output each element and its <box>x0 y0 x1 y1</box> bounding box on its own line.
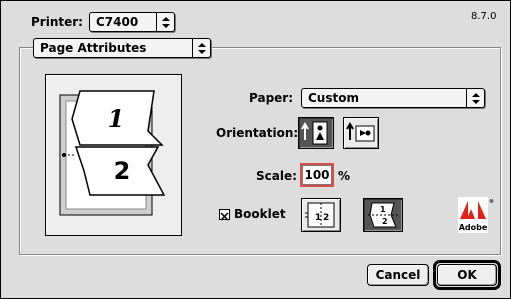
scale-label: Scale: <box>256 169 297 183</box>
orientation-portrait-button[interactable] <box>298 117 334 149</box>
orientation-landscape-button[interactable] <box>343 117 379 149</box>
panel-popup-value: Page Attributes <box>40 41 147 55</box>
paper-popup-value: Custom <box>308 91 359 105</box>
booklet-preview-image: 1 2 <box>59 90 166 216</box>
booklet-top-binding-button[interactable]: 1 2 <box>363 198 403 232</box>
printer-popup-value: C7400 <box>96 15 139 29</box>
adobe-logo-icon: ® Adobe <box>458 197 494 233</box>
ok-button-label: OK <box>457 268 477 282</box>
svg-text:1: 1 <box>380 205 386 214</box>
booklet-checkbox[interactable] <box>219 209 230 221</box>
adobe-logo-text: Adobe <box>459 223 488 232</box>
paper-popup[interactable]: Custom <box>301 88 485 108</box>
adobe-logo: ® Adobe <box>454 197 496 235</box>
popup-arrows-icon <box>156 13 174 31</box>
checkbox-check-icon <box>220 212 229 221</box>
portrait-orientation-icon <box>301 121 328 145</box>
landscape-orientation-icon <box>346 122 375 142</box>
svg-text:1: 1 <box>315 213 321 223</box>
cancel-button-label: Cancel <box>375 268 421 282</box>
scale-value: 100 <box>304 168 330 182</box>
preview-page-1: 1 <box>108 104 125 133</box>
page-setup-dialog: Printer: C7400 8.7.0 Page Attributes 1 2… <box>0 0 511 299</box>
preview-page-2: 2 <box>114 157 131 185</box>
version-label: 8.7.0 <box>471 11 497 22</box>
ok-button[interactable]: OK <box>437 264 497 286</box>
cancel-button[interactable]: Cancel <box>367 264 429 286</box>
top-binding-icon: 1 2 <box>368 202 398 228</box>
popup-arrows-icon <box>192 39 210 57</box>
page-preview: 1 2 <box>45 74 182 236</box>
scale-input[interactable]: 100 <box>302 165 332 185</box>
popup-arrows-icon <box>466 89 484 107</box>
booklet-label: Booklet <box>234 207 286 221</box>
svg-text:2: 2 <box>382 217 388 226</box>
orientation-label: Orientation: <box>216 126 299 140</box>
svg-text:2: 2 <box>323 213 329 223</box>
paper-label: Paper: <box>249 91 294 105</box>
panel-popup[interactable]: Page Attributes <box>33 38 211 58</box>
left-binding-icon: 1 2 <box>305 202 335 228</box>
printer-popup[interactable]: C7400 <box>89 12 175 32</box>
svg-text:®: ® <box>489 199 494 205</box>
printer-label: Printer: <box>31 15 83 29</box>
booklet-left-binding-button[interactable]: 1 2 <box>301 198 341 232</box>
scale-unit: % <box>338 169 351 183</box>
